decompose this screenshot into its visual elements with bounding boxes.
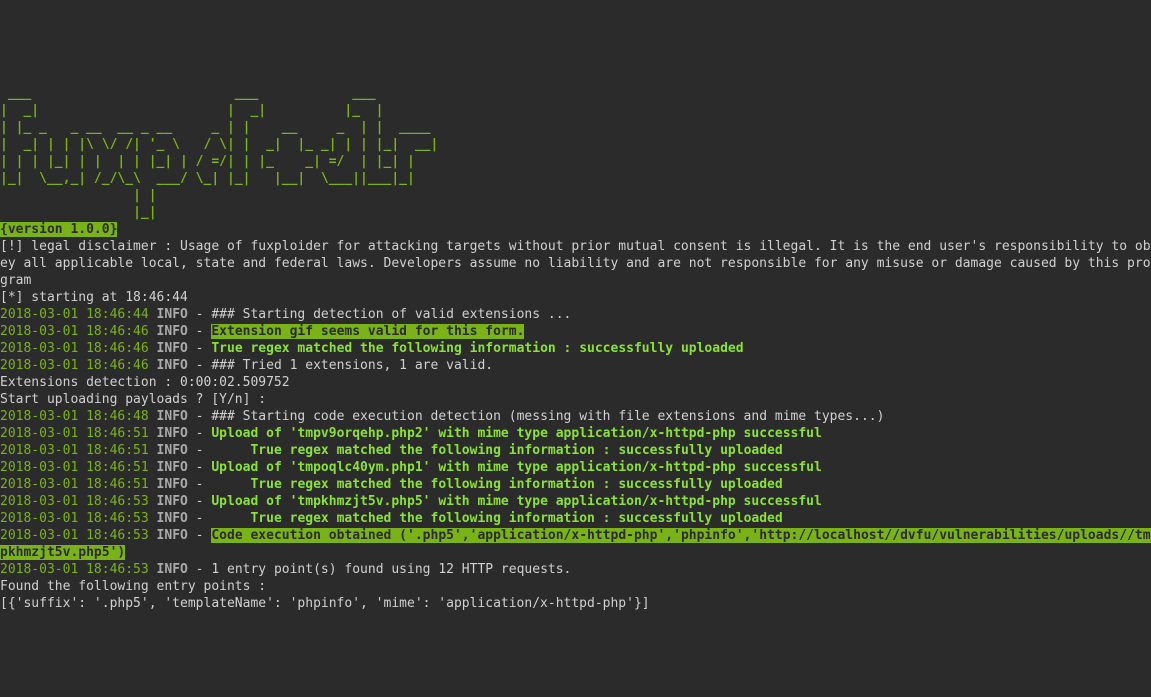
log-line: 2018-03-01 18:46:53 INFO - Upload of 'tm… <box>0 493 1151 510</box>
log-line: 2018-03-01 18:46:46 INFO - Extension gif… <box>0 323 1151 340</box>
terminal-line: Start uploading payloads ? [Y/n] : <box>0 391 1151 408</box>
log-line: 2018-03-01 18:46:53 INFO - 1 entry point… <box>0 561 1151 578</box>
log-line: 2018-03-01 18:46:46 INFO - True regex ma… <box>0 340 1151 357</box>
log-line: 2018-03-01 18:46:51 INFO - Upload of 'tm… <box>0 459 1151 476</box>
terminal-output: ___ ___ ___ | _| | _| |_ | | |_ _ _ __ _… <box>0 85 1151 612</box>
terminal-line: {version 1.0.0} <box>0 221 1151 238</box>
log-line: 2018-03-01 18:46:53 INFO - Code executio… <box>0 527 1151 561</box>
log-line: 2018-03-01 18:46:44 INFO - ### Starting … <box>0 306 1151 323</box>
terminal-line: [{'suffix': '.php5', 'templateName': 'ph… <box>0 595 1151 612</box>
log-line: 2018-03-01 18:46:51 INFO - True regex ma… <box>0 442 1151 459</box>
log-line: 2018-03-01 18:46:53 INFO - True regex ma… <box>0 510 1151 527</box>
log-line: 2018-03-01 18:46:46 INFO - ### Tried 1 e… <box>0 357 1151 374</box>
legal-disclaimer: [!] legal disclaimer : Usage of fuxploid… <box>0 238 1151 289</box>
terminal-line: Extensions detection : 0:00:02.509752 <box>0 374 1151 391</box>
log-line: 2018-03-01 18:46:51 INFO - True regex ma… <box>0 476 1151 493</box>
log-line: 2018-03-01 18:46:48 INFO - ### Starting … <box>0 408 1151 425</box>
log-line: 2018-03-01 18:46:51 INFO - Upload of 'tm… <box>0 425 1151 442</box>
ascii-banner: ___ ___ ___ | _| | _| |_ | | |_ _ _ __ _… <box>0 85 1151 221</box>
terminal-line: [*] starting at 18:46:44 <box>0 289 1151 306</box>
terminal-line: Found the following entry points : <box>0 578 1151 595</box>
